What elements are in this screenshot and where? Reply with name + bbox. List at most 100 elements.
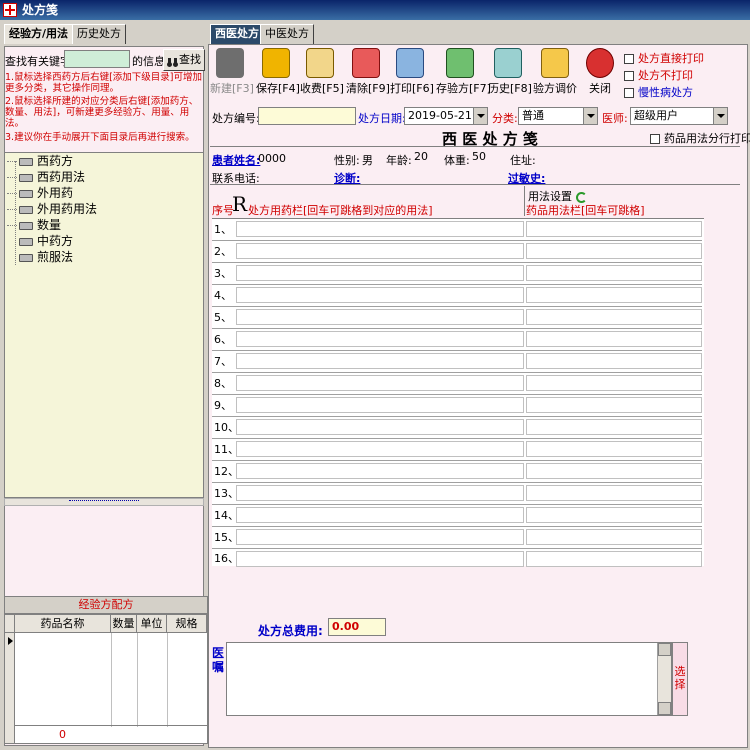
- tab-experience-recipes[interactable]: 经验方/用法: [4, 24, 74, 44]
- tree-item-western-rx[interactable]: 西药方: [19, 153, 73, 169]
- tree-item-western-usage[interactable]: 西药用法: [19, 169, 85, 185]
- clear-button[interactable]: 清除[F9]: [346, 46, 390, 100]
- total-fee-value: 0.00: [328, 618, 386, 636]
- drug-input[interactable]: [236, 331, 524, 347]
- drug-input[interactable]: [236, 375, 524, 391]
- col-spec[interactable]: 规格: [167, 615, 207, 633]
- tab-history-recipes[interactable]: 历史处方: [72, 24, 126, 44]
- gender-value[interactable]: 男: [362, 152, 373, 168]
- drug-input[interactable]: [236, 353, 524, 369]
- drug-input[interactable]: [236, 507, 524, 523]
- advice-textarea[interactable]: [226, 642, 672, 716]
- chevron-down-icon[interactable]: [713, 108, 727, 124]
- book-icon: [19, 205, 33, 214]
- usage-input[interactable]: [526, 375, 702, 391]
- tree-item-external-usage[interactable]: 外用药用法: [19, 201, 97, 217]
- usage-input[interactable]: [526, 331, 702, 347]
- charge-button[interactable]: 收费[F5]: [300, 46, 344, 100]
- drug-input[interactable]: [236, 309, 524, 325]
- tab-western-rx[interactable]: 西医处方: [210, 24, 264, 44]
- new-icon: [216, 48, 244, 78]
- price-adjust-button-label: 验方调价: [533, 82, 577, 95]
- usage-input[interactable]: [526, 419, 702, 435]
- drug-input[interactable]: [236, 221, 524, 237]
- usage-input[interactable]: [526, 441, 702, 457]
- rx-row: 13、: [212, 483, 702, 505]
- tree-item-chinese-rx[interactable]: 中药方: [19, 233, 73, 249]
- advice-scrollbar[interactable]: [657, 643, 671, 715]
- rx-number-input[interactable]: [258, 107, 356, 125]
- scroll-up-icon[interactable]: [658, 643, 671, 656]
- search-button[interactable]: 查找: [163, 49, 205, 71]
- close-button[interactable]: 关闭: [580, 46, 620, 100]
- row-number: 10、: [214, 421, 239, 434]
- patient-name-label[interactable]: 患者姓名:: [212, 152, 260, 168]
- rx-row: 7、: [212, 351, 702, 373]
- panel-splitter[interactable]: [4, 498, 204, 506]
- advice-select-button[interactable]: 选择: [672, 642, 688, 716]
- col-unit[interactable]: 单位: [137, 615, 167, 633]
- experience-grid[interactable]: 药品名称 数量 单位 规格 0: [4, 614, 208, 744]
- drug-input[interactable]: [236, 265, 524, 281]
- option-label: 处方不打印: [638, 69, 693, 82]
- usage-input[interactable]: [526, 397, 702, 413]
- option-direct-print[interactable]: 处方直接打印: [624, 50, 704, 66]
- usage-input[interactable]: [526, 265, 702, 281]
- save-icon: [262, 48, 290, 78]
- drug-input[interactable]: [236, 463, 524, 479]
- checkbox[interactable]: [624, 88, 634, 98]
- tab-chinese-rx[interactable]: 中医处方: [260, 24, 314, 44]
- price-adjust-button[interactable]: 验方调价: [532, 46, 578, 100]
- usage-input[interactable]: [526, 529, 702, 545]
- option-no-print[interactable]: 处方不打印: [624, 67, 693, 83]
- search-input[interactable]: [64, 50, 130, 68]
- usage-input[interactable]: [526, 507, 702, 523]
- option-usage-line-print[interactable]: 药品用法分行打印: [650, 130, 750, 146]
- drug-input[interactable]: [236, 529, 524, 545]
- col-drug-name[interactable]: 药品名称: [15, 615, 111, 633]
- tree-item-decoction[interactable]: 煎服法: [19, 249, 73, 265]
- option-chronic-rx[interactable]: 慢性病处方: [624, 84, 693, 100]
- grid-divider: [137, 633, 138, 727]
- col-quantity[interactable]: 数量: [111, 615, 137, 633]
- save-recipe-button[interactable]: 存验方[F7]: [436, 46, 491, 100]
- divider: [210, 184, 740, 185]
- usage-input[interactable]: [526, 309, 702, 325]
- checkbox[interactable]: [650, 134, 660, 144]
- usage-input[interactable]: [526, 485, 702, 501]
- usage-input[interactable]: [526, 353, 702, 369]
- weight-value[interactable]: 50: [472, 150, 486, 163]
- doctor-select[interactable]: 超级用户: [630, 107, 728, 125]
- tree-item-external-drug[interactable]: 外用药: [19, 185, 73, 201]
- drug-input[interactable]: [236, 551, 524, 567]
- save-button[interactable]: 保存[F4]: [256, 46, 300, 100]
- usage-input[interactable]: [526, 551, 702, 567]
- chevron-down-icon[interactable]: [583, 108, 597, 124]
- new-button[interactable]: 新建[F3]: [210, 46, 254, 100]
- drug-input[interactable]: [236, 397, 524, 413]
- drug-input[interactable]: [236, 485, 524, 501]
- usage-input[interactable]: [526, 243, 702, 259]
- tree-item-quantity[interactable]: 数量: [19, 217, 61, 233]
- splitter-grip: [69, 500, 139, 504]
- usage-input[interactable]: [526, 287, 702, 303]
- checkbox[interactable]: [624, 71, 634, 81]
- row-number: 5、: [214, 311, 232, 324]
- usage-input[interactable]: [526, 221, 702, 237]
- rx-date-picker[interactable]: 2019-05-21: [404, 107, 488, 125]
- usage-input[interactable]: [526, 463, 702, 479]
- drug-input[interactable]: [236, 441, 524, 457]
- tree-connector: [7, 225, 17, 226]
- drug-input[interactable]: [236, 243, 524, 259]
- drug-input[interactable]: [236, 419, 524, 435]
- checkbox[interactable]: [624, 54, 634, 64]
- history-button-label: 历史[F8]: [488, 82, 532, 95]
- age-value[interactable]: 20: [414, 150, 428, 163]
- chevron-down-icon[interactable]: [473, 108, 487, 124]
- recipe-tree[interactable]: 西药方 西药用法 外用药 外用药用法 数量 中药方 煎服法: [4, 152, 204, 498]
- category-select[interactable]: 普通: [518, 107, 598, 125]
- history-button[interactable]: 历史[F8]: [488, 46, 532, 100]
- print-button[interactable]: 打印[F6]: [390, 46, 434, 100]
- drug-input[interactable]: [236, 287, 524, 303]
- scroll-down-icon[interactable]: [658, 702, 671, 715]
